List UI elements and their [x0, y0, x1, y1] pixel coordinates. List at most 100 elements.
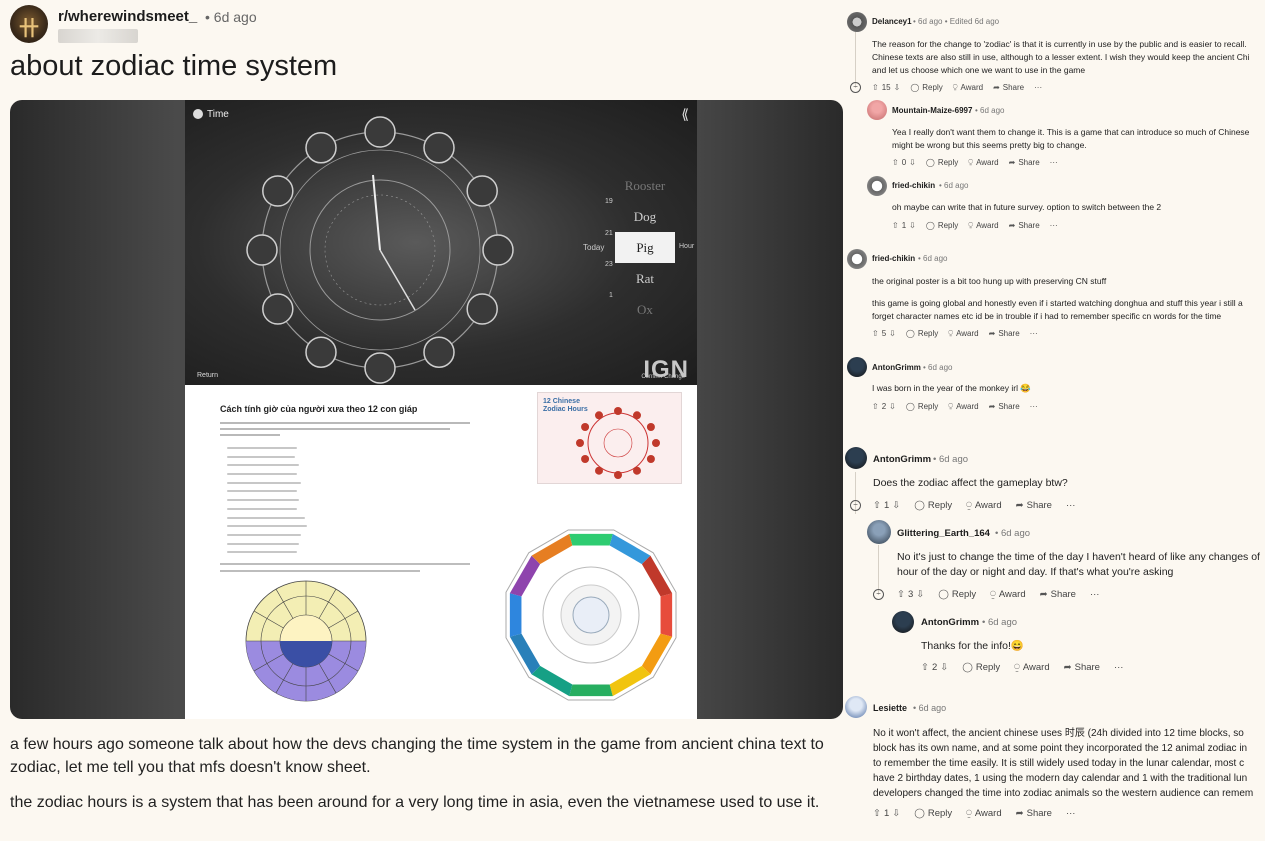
upvote-icon[interactable]: ⇧: [873, 808, 881, 819]
award-button[interactable]: ⍜ Award: [966, 808, 1001, 819]
share-button[interactable]: ➦ Share: [989, 329, 1020, 338]
downvote-icon[interactable]: ⇩: [909, 158, 916, 167]
reply-button[interactable]: ◯ Reply: [914, 500, 952, 511]
reply-button[interactable]: ◯ Reply: [926, 221, 958, 230]
speech-bubble-icon: ◯: [905, 328, 915, 338]
avatar[interactable]: [867, 520, 891, 544]
comment-text: No it's just to change the time of the d…: [897, 551, 1260, 563]
zodiac-animal-medallion: [262, 293, 294, 325]
comment-author[interactable]: AntonGrimm: [873, 454, 931, 465]
comment-author[interactable]: Lesiette: [873, 703, 907, 713]
more-button[interactable]: ···: [1030, 402, 1038, 411]
share-icon: ➦: [1015, 500, 1024, 511]
upvote-icon[interactable]: ⇧: [921, 662, 929, 673]
more-button[interactable]: ···: [1050, 158, 1058, 167]
post-image[interactable]: Time ⟪ Today Hour Rooster Dog Pig Rat Ox…: [10, 100, 843, 719]
avatar[interactable]: [892, 611, 914, 633]
avatar[interactable]: [847, 12, 867, 32]
award-label: Award: [974, 808, 1002, 819]
zodiac-animal-medallion: [466, 175, 498, 207]
return-label: Return: [197, 372, 219, 379]
reply-button[interactable]: ◯ Reply: [910, 83, 942, 92]
zodiac-animal-medallion: [364, 352, 396, 384]
upvote-icon[interactable]: ⇧: [897, 589, 905, 600]
vote-control: ⇧ 3 ⇩: [897, 589, 924, 600]
downvote-icon[interactable]: ⇩: [940, 662, 948, 673]
post-body-line: the zodiac hours is a system that has be…: [10, 794, 820, 811]
collapse-icon[interactable]: −: [850, 82, 861, 93]
comment-meta: • 6d ago: [933, 454, 969, 465]
award-button[interactable]: ⍜ Award: [990, 589, 1025, 600]
downvote-icon[interactable]: ⇩: [889, 402, 896, 411]
comment-actions: ⇧ 5 ⇩ ◯ Reply ⍜ Award ➦ Share ···: [872, 328, 1038, 338]
reply-button[interactable]: ◯ Reply: [906, 402, 938, 411]
share-button[interactable]: ➦ Share: [1016, 808, 1052, 819]
award-button[interactable]: ⍜ Award: [953, 82, 983, 92]
comment-author[interactable]: fried-chikin: [892, 181, 935, 190]
subreddit-name[interactable]: r/wherewindsmeet_: [58, 8, 197, 25]
upvote-icon[interactable]: ⇧: [872, 329, 879, 338]
vote-control: ⇧ 2 ⇩: [921, 662, 948, 673]
collapse-icon[interactable]: −: [850, 500, 861, 511]
more-button[interactable]: ···: [1050, 221, 1058, 230]
award-button[interactable]: ⍜ Award: [948, 401, 978, 411]
share-button[interactable]: ➦ Share: [993, 83, 1024, 92]
award-button[interactable]: ⍜ Award: [968, 157, 998, 167]
award-button[interactable]: ⍜ Award: [966, 500, 1001, 511]
avatar[interactable]: [845, 696, 867, 718]
downvote-icon[interactable]: ⇩: [889, 329, 896, 338]
share-button[interactable]: ➦ Share: [1009, 158, 1040, 167]
award-button[interactable]: ⍜ Award: [968, 220, 998, 230]
share-button[interactable]: ➦ Share: [1040, 589, 1076, 600]
downvote-icon[interactable]: ⇩: [916, 589, 924, 600]
reply-button[interactable]: ◯ Reply: [938, 589, 976, 600]
subreddit-avatar[interactable]: 卄: [10, 5, 48, 43]
thread-line: [855, 32, 856, 88]
share-label: Share: [1026, 808, 1052, 819]
reply-button[interactable]: ◯ Reply: [962, 662, 1000, 673]
upvote-icon[interactable]: ⇧: [892, 158, 899, 167]
share-label: Share: [1018, 220, 1040, 230]
collapse-icon[interactable]: −: [873, 589, 884, 600]
zodiac-animal-medallion: [305, 336, 337, 368]
upvote-icon[interactable]: ⇧: [892, 221, 899, 230]
comment-author[interactable]: Glittering_Earth_164: [897, 528, 990, 539]
game-screenshot: Time ⟪ Today Hour Rooster Dog Pig Rat Ox…: [185, 100, 697, 385]
downvote-icon[interactable]: ⇩: [894, 83, 901, 92]
avatar[interactable]: [867, 100, 887, 120]
comment-author[interactable]: Mountain-Maize-6997: [892, 106, 972, 115]
comment-text: have 2 birthday dates, 1 using the moder…: [873, 773, 1248, 784]
share-button[interactable]: ➦ Share: [1064, 662, 1100, 673]
reply-button[interactable]: ◯ Reply: [914, 808, 952, 819]
speech-bubble-icon: ◯: [905, 401, 915, 411]
more-button[interactable]: ···: [1114, 662, 1124, 673]
more-button[interactable]: ···: [1090, 589, 1100, 600]
more-button[interactable]: ···: [1034, 83, 1042, 92]
share-button[interactable]: ➦ Share: [1009, 221, 1040, 230]
comment-meta: • 6d ago: [982, 617, 1018, 628]
share-button[interactable]: ➦ Share: [989, 402, 1020, 411]
vote-count: 3: [907, 589, 914, 600]
comment-author[interactable]: AntonGrimm: [872, 363, 921, 372]
avatar[interactable]: [847, 249, 867, 269]
avatar[interactable]: [845, 447, 867, 469]
downvote-icon[interactable]: ⇩: [892, 808, 900, 819]
more-button[interactable]: ···: [1066, 500, 1076, 511]
upvote-icon[interactable]: ⇧: [873, 500, 881, 511]
comment-author[interactable]: fried-chikin: [872, 254, 915, 263]
more-button[interactable]: ···: [1066, 808, 1076, 819]
award-button[interactable]: ⍜ Award: [1014, 662, 1049, 673]
avatar[interactable]: [847, 357, 867, 377]
award-button[interactable]: ⍜ Award: [948, 328, 978, 338]
reply-button[interactable]: ◯ Reply: [906, 329, 938, 338]
upvote-icon[interactable]: ⇧: [872, 402, 879, 411]
comment-author[interactable]: Delancey1: [872, 17, 912, 26]
avatar[interactable]: [867, 176, 887, 196]
downvote-icon[interactable]: ⇩: [892, 500, 900, 511]
reply-button[interactable]: ◯ Reply: [926, 158, 958, 167]
share-button[interactable]: ➦ Share: [1016, 500, 1052, 511]
upvote-icon[interactable]: ⇧: [872, 83, 879, 92]
comment-author[interactable]: AntonGrimm: [921, 617, 979, 628]
downvote-icon[interactable]: ⇩: [909, 221, 916, 230]
more-button[interactable]: ···: [1030, 329, 1038, 338]
